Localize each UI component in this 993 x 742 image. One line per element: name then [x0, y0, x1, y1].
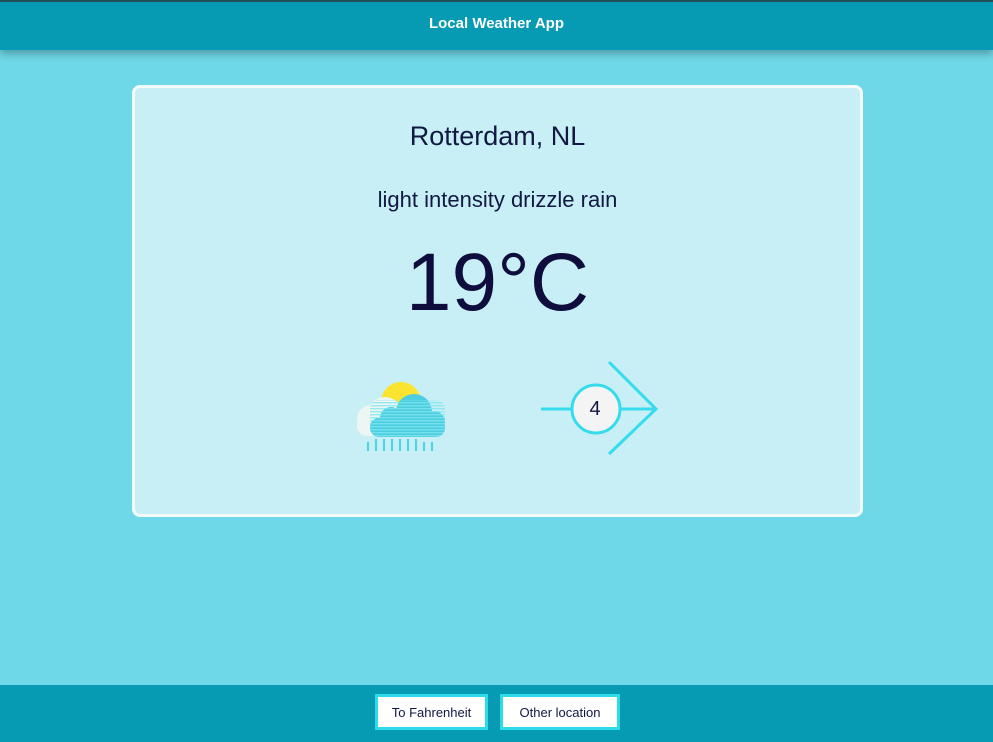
wind-speed-value: 4	[589, 397, 601, 420]
temperature-value: 19°C	[405, 237, 590, 328]
weather-card: Rotterdam, NL light intensity drizzle ra…	[132, 85, 863, 517]
to-fahrenheit-button[interactable]: To Fahrenheit	[375, 694, 488, 730]
app-title: Local Weather App	[428, 15, 565, 32]
app-header: Local Weather App	[0, 0, 993, 50]
location-label: Rotterdam, NL	[409, 121, 586, 151]
weather-description: light intensity drizzle rain	[377, 187, 618, 212]
footer-bar: To Fahrenheit Other location	[0, 685, 993, 742]
other-location-button[interactable]: Other location	[500, 694, 620, 730]
partly-cloudy-rain-icon	[357, 382, 445, 451]
